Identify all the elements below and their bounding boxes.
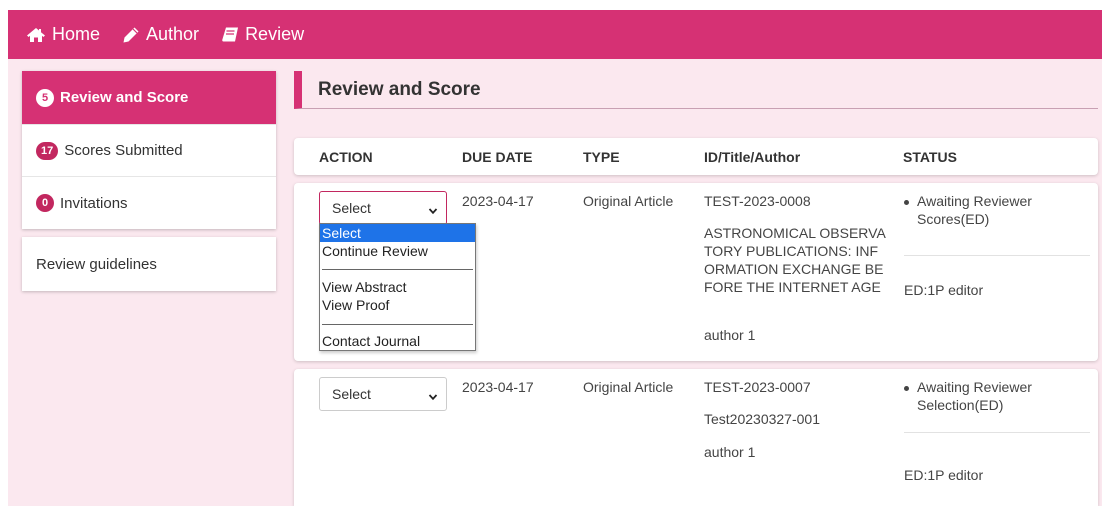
chevron-down-icon xyxy=(428,389,438,405)
due-date: 2023-04-17 xyxy=(462,379,534,395)
action-dropdown-list: Select Continue Review View Abstract Vie… xyxy=(319,223,476,351)
review-guidelines-link[interactable]: Review guidelines xyxy=(22,237,276,291)
action-select-value: Select xyxy=(332,386,371,402)
status-line: Selection(ED) xyxy=(917,397,1004,413)
nav-home[interactable]: Home xyxy=(26,24,100,45)
top-area: Home Author Review xyxy=(0,0,1102,62)
editor-label: ED:1P editor xyxy=(904,467,984,483)
status-list: Awaiting Reviewer Scores(ED) xyxy=(904,192,1084,228)
option-view-abstract[interactable]: View Abstract xyxy=(320,278,475,296)
status-list: Awaiting Reviewer Selection(ED) xyxy=(904,378,1084,414)
review-sidebar-menu: 5 Review and Score 17 Scores Submitted 0… xyxy=(22,71,276,229)
main-navbar: Home Author Review xyxy=(8,10,1102,59)
manuscript-title: ASTRONOMICAL OBSERVA TORY PUBLICATIONS: … xyxy=(704,224,904,296)
count-badge: 5 xyxy=(36,88,54,107)
guidelines-panel: Review guidelines xyxy=(22,237,276,291)
status-divider xyxy=(904,255,1090,256)
home-icon xyxy=(26,27,46,43)
article-type: Original Article xyxy=(583,379,674,395)
chevron-down-icon xyxy=(428,203,438,219)
column-header-action: ACTION xyxy=(319,148,373,165)
nav-review-label: Review xyxy=(245,24,305,44)
sidebar-item-label: Invitations xyxy=(60,194,128,212)
action-select[interactable]: Select xyxy=(319,377,447,411)
title-line: ORMATION EXCHANGE BE xyxy=(704,261,884,277)
due-date: 2023-04-17 xyxy=(462,193,534,209)
editor-label: ED:1P editor xyxy=(904,282,984,298)
status-divider xyxy=(904,432,1090,433)
status-line: Scores(ED) xyxy=(917,211,990,227)
option-separator xyxy=(322,324,473,325)
count-badge: 0 xyxy=(36,194,54,212)
title-line: TORY PUBLICATIONS: INF xyxy=(704,243,879,259)
sidebar-item-label: Review and Score xyxy=(60,89,189,106)
action-select-value: Select xyxy=(332,200,371,216)
table-header: ACTION DUE DATE TYPE ID/Title/Author STA… xyxy=(294,138,1098,175)
nav-author-label: Author xyxy=(146,24,200,44)
sidebar-item-review-and-score[interactable]: 5 Review and Score xyxy=(22,71,276,125)
option-separator xyxy=(322,269,473,270)
manuscript-title: Test20230327-001 xyxy=(704,411,820,427)
option-continue-review[interactable]: Continue Review xyxy=(320,242,475,260)
option-select[interactable]: Select xyxy=(320,224,475,242)
nav-review[interactable]: Review xyxy=(221,24,304,45)
column-header-status: STATUS xyxy=(903,148,957,165)
manuscript-author: author 1 xyxy=(704,444,756,460)
option-contact-journal[interactable]: Contact Journal xyxy=(320,332,475,350)
bullet-icon xyxy=(904,200,909,205)
bullet-icon xyxy=(904,386,909,391)
title-line: FORE THE INTERNET AGE xyxy=(704,279,881,295)
status-line: Awaiting Reviewer xyxy=(917,379,1032,395)
manuscript-id: TEST-2023-0007 xyxy=(704,379,811,395)
action-select[interactable]: Select xyxy=(319,191,447,225)
nav-home-label: Home xyxy=(52,24,101,44)
title-line: ASTRONOMICAL OBSERVA xyxy=(704,225,886,241)
sidebar-item-label: Scores Submitted xyxy=(64,142,183,159)
option-view-proof[interactable]: View Proof xyxy=(320,296,475,314)
manuscript-id: TEST-2023-0008 xyxy=(704,193,811,209)
column-header-id-title-author: ID/Title/Author xyxy=(704,148,801,165)
table-row: Select 2023-04-17 Original Article TEST-… xyxy=(294,369,1098,506)
nav-author[interactable]: Author xyxy=(122,24,199,45)
status-line: Awaiting Reviewer xyxy=(917,193,1032,209)
page-title: Review and Score xyxy=(294,71,1098,109)
sidebar-item-invitations[interactable]: 0 Invitations xyxy=(22,177,276,229)
book-icon xyxy=(221,26,239,44)
page-content: 5 Review and Score 17 Scores Submitted 0… xyxy=(8,59,1102,506)
article-type: Original Article xyxy=(583,193,674,209)
column-header-due-date: DUE DATE xyxy=(462,148,533,165)
manuscript-author: author 1 xyxy=(704,327,756,343)
column-header-type: TYPE xyxy=(583,148,620,165)
count-badge: 17 xyxy=(36,141,59,160)
sidebar-item-scores-submitted[interactable]: 17 Scores Submitted xyxy=(22,125,276,177)
pencil-icon xyxy=(122,26,140,44)
